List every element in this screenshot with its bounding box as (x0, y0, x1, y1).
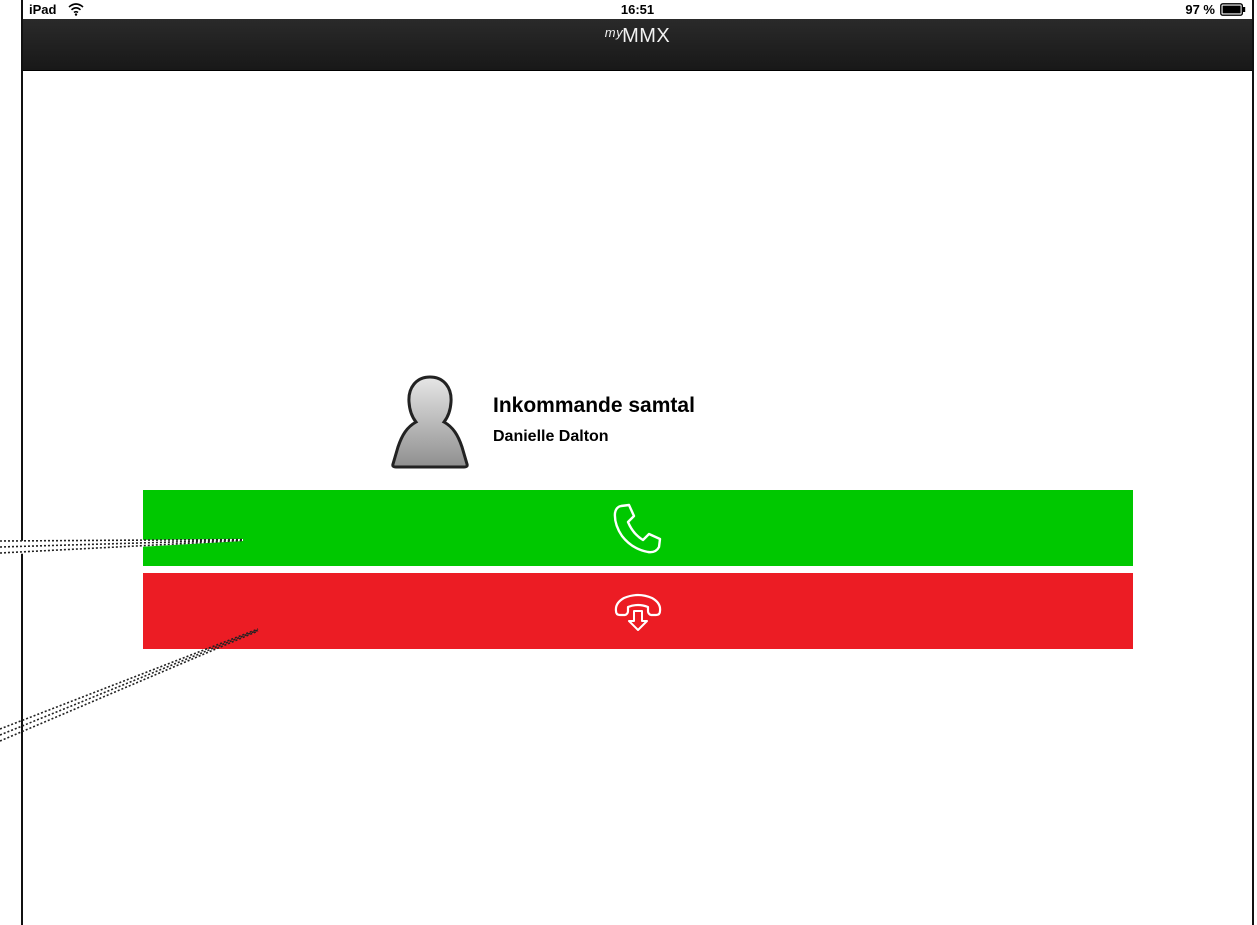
status-bar: iPad 16:51 97 % (23, 0, 1252, 20)
phone-answer-icon (613, 503, 662, 554)
caller-info: Inkommande samtal Danielle Dalton (389, 374, 889, 474)
page: iPad 16:51 97 % myMMX Inkommande samtal … (0, 0, 1257, 925)
battery-icon (1220, 3, 1246, 16)
battery-indicator: 97 % (1185, 2, 1246, 17)
ipad-screen: iPad 16:51 97 % myMMX Inkommande samtal … (21, 0, 1254, 925)
caller-name: Danielle Dalton (493, 428, 609, 445)
app-title: myMMX (23, 25, 1252, 48)
status-clock: 16:51 (620, 2, 655, 17)
battery-percentage: 97 % (1185, 2, 1215, 17)
app-title-prefix: my (604, 25, 624, 40)
call-status-title: Inkommande samtal (493, 394, 695, 417)
phone-hangup-icon (614, 593, 662, 631)
contact-avatar-icon (391, 375, 469, 469)
answer-call-button[interactable] (143, 490, 1133, 566)
navigation-bar: myMMX (23, 19, 1252, 71)
decline-call-button[interactable] (143, 573, 1133, 649)
app-title-main: MMX (622, 25, 671, 47)
